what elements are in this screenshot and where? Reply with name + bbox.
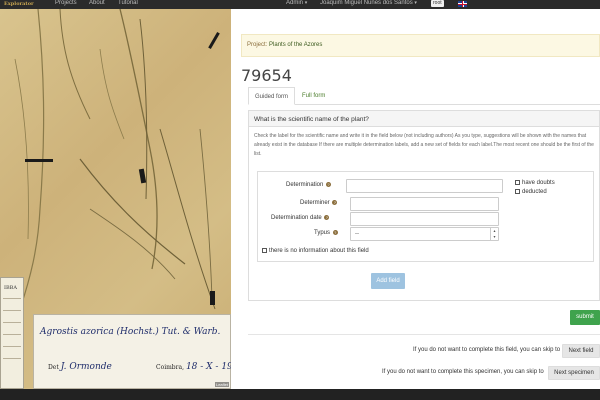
specimen-image[interactable]: IBBA Agrostis azorica (Hochst.) Tut. & W… [0,9,231,389]
top-navbar: Explorator Projects About Tutorial Admin… [0,0,600,9]
help-icon[interactable]: ? [332,230,338,235]
label-city-date: Coimbra, 18 - X - 198 [156,362,231,372]
side-label-text: IBBA [4,285,17,291]
checkbox-icon [262,248,267,253]
add-field-button[interactable]: Add field [371,273,405,289]
help-icon[interactable]: ? [332,200,338,205]
determination-label-card: Agrostis azorica (Hochst.) Tut. & Warb. … [33,314,231,389]
project-banner: Project: Plants of the Azores [241,34,600,57]
select-arrows-icon: ▴ ▾ [490,228,498,240]
next-specimen-button[interactable]: Next specimen [548,366,600,380]
chevron-down-icon: ▾ [414,0,417,6]
project-prefix: Project: [247,42,268,48]
question-help-text: Check the label for the scientific name … [254,133,594,157]
nav-about[interactable]: About [89,0,105,6]
map-credit[interactable]: Leaflet [214,382,229,387]
uk-flag-icon[interactable] [458,1,467,7]
mounting-tape [210,291,215,305]
mounting-tape [25,159,53,162]
determination-input[interactable] [346,179,503,193]
deducted-checkbox[interactable]: deducted [515,189,547,195]
determiner-label: Determiner ? [300,200,338,207]
question-panel: What is the scientific name of the plant… [248,110,600,301]
help-icon[interactable]: ? [326,182,332,187]
tab-guided-form[interactable]: Guided form [248,87,296,105]
determination-date-label: Determination date ? [271,215,330,222]
tab-full-form[interactable]: Full form [296,87,331,105]
specimen-side-label: IBBA [0,277,24,389]
determiner-input[interactable] [350,197,499,211]
help-icon[interactable]: ? [324,215,330,220]
typus-select[interactable]: -- ▴ ▾ [350,227,499,241]
project-name: Plants of the Azores [269,42,323,48]
bottom-bar [0,389,600,400]
determination-fieldset: Determination ? have doubts deducted Det… [257,171,594,262]
brand-logo[interactable]: Explorator [4,1,34,7]
question-title: What is the scientific name of the plant… [249,111,599,127]
divider [248,334,600,335]
nav-tutorial[interactable]: Tutorial [118,0,138,6]
checkbox-icon [515,189,520,194]
submit-button[interactable]: submit [570,310,600,325]
label-determiner: Det J. Ormonde [48,362,112,372]
checkbox-icon [515,180,520,185]
determination-date-input[interactable] [350,212,499,226]
no-information-checkbox[interactable]: there is no information about this field [262,248,369,254]
record-id: 79654 [241,66,292,85]
admin-label: Admin [286,0,304,6]
label-handwriting: Agrostis azorica (Hochst.) Tut. & Warb. [40,327,221,337]
role-badge: root [431,0,444,7]
have-doubts-checkbox[interactable]: have doubts [515,180,555,186]
typus-label: Typus ? [314,230,338,237]
chevron-down-icon: ▾ [304,0,308,6]
form-tabs: Guided form Full form [248,87,600,105]
determination-label: Determination ? [286,182,332,189]
admin-menu[interactable]: Admin ▾ [286,0,307,6]
user-menu[interactable]: Joaquim Miguel Nunes dos Santos ▾ [320,0,417,6]
next-field-button[interactable]: Next field [562,344,600,358]
skip-specimen-text: If you do not want to complete this spec… [382,369,544,375]
nav-projects[interactable]: Projects [55,0,77,6]
user-name: Joaquim Miguel Nunes dos Santos [320,0,413,6]
skip-field-text: If you do not want to complete this fiel… [413,347,561,353]
